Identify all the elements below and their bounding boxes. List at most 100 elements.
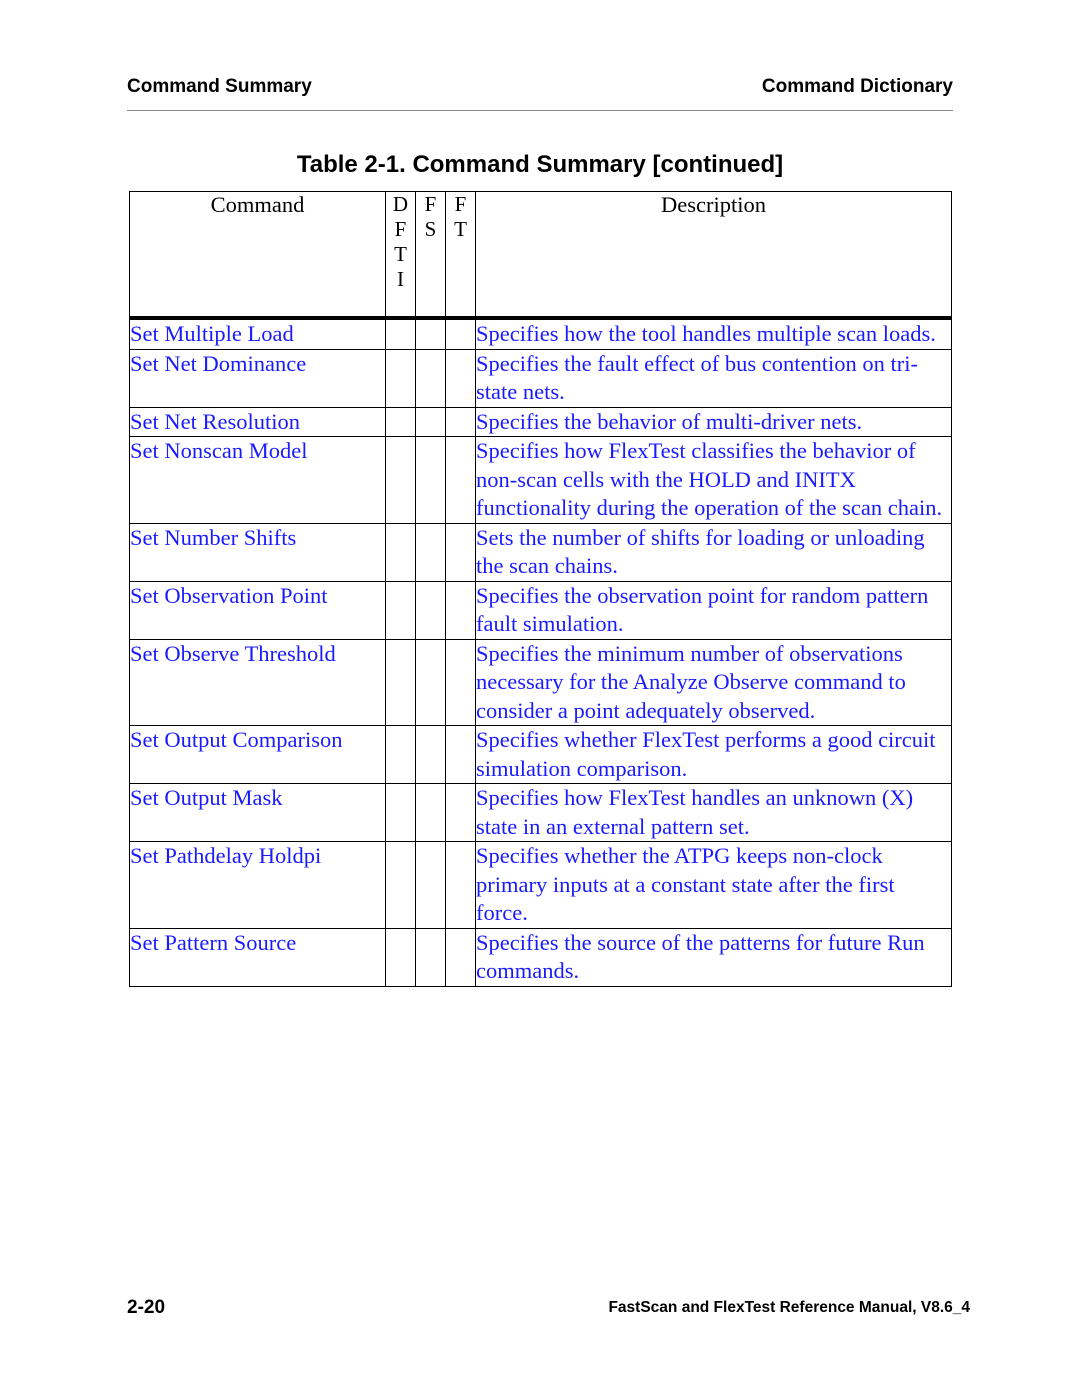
description-link[interactable]: Specifies the behavior of multi-driver n… — [476, 409, 862, 434]
fs-flag-cell — [415, 406, 446, 437]
description-link[interactable]: Sets the number of shifts for loading or… — [476, 525, 925, 579]
description-cell: Specifies the source of the patterns for… — [475, 927, 952, 987]
dfti-flag-cell — [385, 927, 416, 987]
dfti-flag-cell — [385, 783, 416, 842]
command-link[interactable]: Set Output Mask — [130, 785, 283, 810]
dfti-flag-cell — [385, 436, 416, 524]
column-header-command: Command — [129, 191, 386, 320]
command-cell: Set Observation Point — [129, 580, 386, 640]
table-row: Set Net Dominance Specifies the fault eff… — [129, 348, 952, 408]
fs-letter: F — [424, 192, 437, 216]
book-title: FastScan and FlexTest Reference Manual, … — [608, 1299, 970, 1316]
command-cell: Set Multiple Load — [129, 317, 386, 350]
dfti-flag-cell — [385, 725, 416, 784]
ft-flag-cell — [445, 522, 476, 582]
command-cell: Set Number Shifts — [129, 522, 386, 582]
command-cell: Set Output Mask — [129, 783, 386, 842]
ft-letter: T — [454, 217, 467, 241]
description-link[interactable]: Specifies how FlexTest classifies the be… — [476, 438, 942, 520]
description-cell: Specifies the minimum number of observat… — [475, 638, 952, 726]
fs-flag-cell — [415, 436, 446, 524]
dfti-flag-cell — [385, 638, 416, 726]
table-row: Set Output Comparison Specifies whether F… — [129, 725, 952, 784]
dfti-letter: D — [392, 192, 409, 216]
command-cell: Set Observe Threshold — [129, 638, 386, 726]
command-cell: Set Output Comparison — [129, 725, 386, 784]
description-cell: Specifies how FlexTest handles an unknow… — [475, 783, 952, 842]
header-section-right: Command Dictionary — [761, 76, 953, 97]
description-link[interactable]: Specifies the minimum number of observat… — [476, 641, 906, 723]
table-title: Table 2-1. Command Summary [continued] — [296, 151, 784, 178]
running-header: Command Summary Command Dictionary — [127, 76, 953, 98]
column-header-fs: F S — [415, 191, 446, 320]
command-link[interactable]: Set Output Comparison — [130, 727, 343, 752]
column-header-description: Description — [475, 191, 952, 320]
description-link[interactable]: Specifies how the tool handles multiple … — [476, 321, 936, 346]
dfti-letter: F — [394, 217, 407, 241]
command-link[interactable]: Set Multiple Load — [130, 321, 294, 346]
command-link[interactable]: Set Pattern Source — [130, 930, 296, 955]
fs-flag-cell — [415, 580, 446, 640]
table-row: Set Pathdelay Holdpi Specifies whether th… — [129, 841, 952, 929]
description-link[interactable]: Specifies the source of the patterns for… — [476, 930, 925, 984]
command-cell: Set Net Resolution — [129, 406, 386, 437]
description-link[interactable]: Specifies whether FlexTest performs a go… — [476, 727, 936, 781]
command-link[interactable]: Set Nonscan Model — [130, 438, 307, 463]
command-link[interactable]: Set Net Dominance — [130, 351, 306, 376]
fs-flag-cell — [415, 927, 446, 987]
command-cell: Set Pathdelay Holdpi — [129, 841, 386, 929]
ft-flag-cell — [445, 348, 476, 408]
command-link[interactable]: Set Net Resolution — [130, 409, 300, 434]
ft-flag-cell — [445, 580, 476, 640]
dfti-flag-cell — [385, 522, 416, 582]
description-cell: Sets the number of shifts for loading or… — [475, 522, 952, 582]
ft-flag-cell — [445, 317, 476, 350]
header-section-left: Command Summary — [127, 76, 312, 97]
table-row: Set Number Shifts Sets the number of shif… — [129, 522, 952, 582]
command-cell: Set Net Dominance — [129, 348, 386, 408]
table-row: Set Nonscan Model Specifies how FlexTest … — [129, 436, 952, 524]
dfti-letter: I — [397, 267, 404, 291]
dfti-flag-cell — [385, 348, 416, 408]
ft-flag-cell — [445, 725, 476, 784]
dfti-flag-cell — [385, 580, 416, 640]
ft-flag-cell — [445, 841, 476, 929]
dfti-flag-cell — [385, 406, 416, 437]
ft-flag-cell — [445, 436, 476, 524]
command-cell: Set Nonscan Model — [129, 436, 386, 524]
column-header-dfti: D F T I — [385, 191, 416, 320]
ft-flag-cell — [445, 783, 476, 842]
command-summary-table: Command D F T I F S F T Description Set … — [129, 191, 952, 987]
header-rule — [127, 110, 953, 111]
dfti-letter: T — [394, 242, 407, 266]
command-link[interactable]: Set Number Shifts — [130, 525, 296, 550]
fs-flag-cell — [415, 317, 446, 350]
fs-flag-cell — [415, 725, 446, 784]
fs-flag-cell — [415, 841, 446, 929]
command-link[interactable]: Set Observation Point — [130, 583, 328, 608]
ft-flag-cell — [445, 638, 476, 726]
description-link[interactable]: Specifies how FlexTest handles an unknow… — [476, 785, 913, 839]
table-row: Set Observation Point Specifies the obser… — [129, 580, 952, 640]
ft-flag-cell — [445, 406, 476, 437]
description-cell: Specifies whether FlexTest performs a go… — [475, 725, 952, 784]
command-link[interactable]: Set Observe Threshold — [130, 641, 336, 666]
fs-letter: S — [424, 217, 437, 241]
fs-flag-cell — [415, 348, 446, 408]
fs-flag-cell — [415, 638, 446, 726]
description-link[interactable]: Specifies whether the ATPG keeps non-clo… — [476, 843, 895, 925]
fs-flag-cell — [415, 522, 446, 582]
description-cell: Specifies the observation point for rand… — [475, 580, 952, 640]
page-number: 2-20 — [127, 1297, 166, 1318]
command-cell: Set Pattern Source — [129, 927, 386, 987]
command-link[interactable]: Set Pathdelay Holdpi — [130, 843, 321, 868]
table-row: Set Net Resolution Specifies the behavior… — [129, 406, 952, 437]
dfti-flag-cell — [385, 841, 416, 929]
description-cell: Specifies the fault effect of bus conten… — [475, 348, 952, 408]
ft-flag-cell — [445, 927, 476, 987]
description-link[interactable]: Specifies the fault effect of bus conten… — [476, 351, 918, 405]
table-row: Set Pattern Source Specifies the source o… — [129, 927, 952, 987]
ft-letter: F — [454, 192, 467, 216]
description-link[interactable]: Specifies the observation point for rand… — [476, 583, 928, 637]
table-row: Set Multiple Load Specifies how the tool … — [129, 317, 952, 350]
